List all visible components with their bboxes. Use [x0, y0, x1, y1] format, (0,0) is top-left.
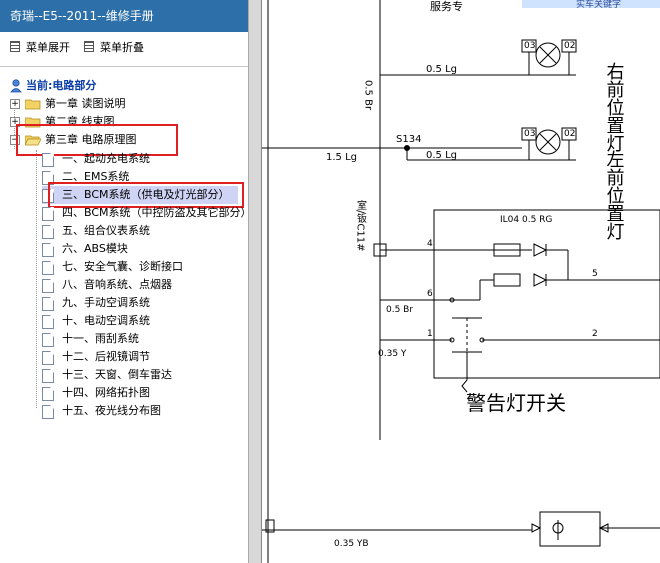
item-label: 七、安全气囊、诊断接口	[62, 260, 183, 273]
pin-label: 03	[524, 41, 535, 51]
pin-label: 2	[592, 329, 598, 339]
wire-label: 0.35 Y	[378, 349, 407, 359]
expand-menu-button[interactable]: 菜单展开	[10, 40, 70, 56]
tree-guide	[36, 150, 37, 408]
wire-label: 0.35 YB	[334, 539, 369, 549]
item-label: 十四、网络拓扑图	[62, 386, 150, 399]
item-label: 一、起动充电系统	[62, 152, 150, 165]
document-icon	[42, 207, 54, 221]
pin-label: 02	[564, 41, 575, 51]
splice-label: S134	[396, 134, 421, 145]
pin-label: 5	[592, 269, 598, 279]
document-icon	[42, 369, 54, 383]
chapter-label: 第一章 读图说明	[45, 97, 126, 110]
connector-label: 室/钣C11#	[355, 199, 367, 252]
tree-toolbar: 菜单展开 菜单折叠	[0, 32, 262, 66]
document-icon	[42, 279, 54, 293]
pin-label: 03	[524, 129, 535, 139]
panel-splitter[interactable]	[248, 0, 262, 563]
item-label: 十五、夜光线分布图	[62, 404, 161, 417]
item-label: 十三、天窗、倒车雷达	[62, 368, 172, 381]
document-icon	[42, 315, 54, 329]
toolbar-divider	[0, 66, 262, 67]
item-label: 九、手动空调系统	[62, 296, 150, 309]
wire-label: IL04 0.5 RG	[500, 215, 552, 225]
document-icon	[42, 405, 54, 419]
document-icon	[42, 333, 54, 347]
current-section-label: 当前:电路部分	[26, 79, 97, 92]
list-icon	[10, 41, 20, 52]
wire-label: 0.5 Br	[386, 305, 413, 315]
right-lamp-label: 右前位置灯	[604, 62, 625, 152]
expand-icon[interactable]: +	[10, 99, 20, 109]
item-label: 六、ABS模块	[62, 242, 128, 255]
document-icon	[42, 261, 54, 275]
collapse-label: 菜单折叠	[100, 41, 144, 54]
item-label: 十一、雨刮系统	[62, 332, 139, 345]
item-label: 八、音响系统、点烟器	[62, 278, 172, 291]
document-icon	[42, 225, 54, 239]
wiring-diagram: 服务专 实车关键字 右前位置灯 左前位置灯 警告灯开关 03 02 03 02 …	[262, 0, 660, 563]
expand-label: 菜单展开	[26, 41, 70, 54]
item-label: 十、电动空调系统	[62, 314, 150, 327]
pin-label: 1	[427, 329, 433, 339]
navigation-panel: 奇瑞--E5--2011--维修手册 菜单展开 菜单折叠 当前:电路部分 + 第…	[0, 0, 262, 563]
left-lamp-label: 左前位置灯	[604, 150, 625, 240]
pin-label: 02	[564, 129, 575, 139]
wire-label: 0.5 Lg	[426, 150, 457, 161]
folder-icon	[25, 99, 41, 110]
wire-label: 0.5 Lg	[426, 64, 457, 75]
banner-keyword: 实车关键字	[576, 0, 621, 10]
app-title: 奇瑞--E5--2011--维修手册	[0, 0, 248, 32]
item-label: 五、组合仪表系统	[62, 224, 150, 237]
list-icon	[84, 41, 94, 52]
document-icon	[42, 351, 54, 365]
item-label: 十二、后视镜调节	[62, 350, 150, 363]
pin-label: 6	[427, 289, 433, 299]
item-label: 四、BCM系统（中控防盗及其它部分）	[62, 206, 252, 219]
pin-label: 4	[427, 239, 433, 249]
document-icon	[42, 153, 54, 167]
collapse-menu-button[interactable]: 菜单折叠	[84, 40, 144, 56]
wire-label: 1.5 Lg	[326, 152, 357, 163]
document-icon	[42, 387, 54, 401]
user-icon	[10, 79, 22, 93]
diagram-viewer[interactable]: 服务专 实车关键字 右前位置灯 左前位置灯 警告灯开关 03 02 03 02 …	[262, 0, 660, 563]
wire-label: 0.5 Br	[363, 80, 374, 111]
switch-label: 警告灯开关	[466, 391, 566, 415]
document-icon	[42, 243, 54, 257]
banner-text: 服务专	[430, 0, 463, 13]
document-icon	[42, 297, 54, 311]
